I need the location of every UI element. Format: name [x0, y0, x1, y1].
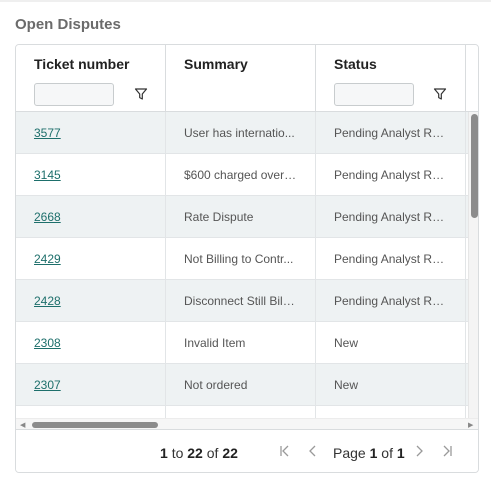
- horizontal-scrollbar-thumb[interactable]: [32, 422, 158, 428]
- filter-icon[interactable]: [433, 87, 447, 101]
- ticket-number-cell: 2668: [16, 196, 166, 238]
- table-row[interactable]: 2307 Not ordered New: [16, 364, 468, 406]
- status-cell: New: [316, 364, 466, 406]
- first-page-icon[interactable]: [278, 443, 292, 459]
- status-cell: Pending Analyst Re...: [316, 154, 466, 196]
- ticket-link[interactable]: 2308: [34, 336, 61, 350]
- current-page: 1: [369, 445, 378, 461]
- vertical-scrollbar[interactable]: [468, 112, 478, 418]
- table-row[interactable]: 3145 $600 charged over ... Pending Analy…: [16, 154, 468, 196]
- page-title: Open Disputes: [15, 16, 121, 33]
- scroll-right-arrow-icon[interactable]: ▶: [468, 421, 473, 429]
- table-row[interactable]: 3577 User has internatio... Pending Anal…: [16, 112, 468, 154]
- grid-header: Ticket number Summary Status: [16, 45, 478, 112]
- ticket-link[interactable]: 2307: [34, 378, 61, 392]
- status-cell: Pending Analyst Re...: [316, 238, 466, 280]
- ticket-link[interactable]: 2668: [34, 210, 61, 224]
- ticket-link[interactable]: 2429: [34, 252, 61, 266]
- ticket-number-cell: 2308: [16, 322, 166, 364]
- column-header-ticket-number[interactable]: Ticket number: [16, 45, 166, 111]
- page-indicator: Page 1 of 1: [333, 445, 405, 461]
- row-range-end: 22: [187, 445, 203, 461]
- horizontal-scrollbar[interactable]: ◀ ▶: [16, 418, 478, 429]
- ticket-number-cell: 3145: [16, 154, 166, 196]
- ticket-number-cell: 2429: [16, 238, 166, 280]
- pagination-bar: 1 to 22 of 22 Page 1 of 1: [16, 429, 478, 472]
- disputes-grid: Ticket number Summary Status 3577 User h…: [15, 44, 479, 473]
- column-header-status[interactable]: Status: [316, 45, 466, 111]
- summary-cell: [166, 406, 316, 418]
- row-range-start: 1: [160, 445, 168, 461]
- table-row[interactable]: 2428 Disconnect Still Billi... Pending A…: [16, 280, 468, 322]
- status-filter-input[interactable]: [334, 83, 414, 106]
- status-cell: Pending Analyst Re...: [316, 112, 466, 154]
- summary-cell: Disconnect Still Billi...: [166, 280, 316, 322]
- total-pages: 1: [396, 445, 405, 461]
- row-count-summary: 1 to 22 of 22: [160, 445, 238, 461]
- previous-page-icon[interactable]: [306, 443, 320, 459]
- column-header-label: Ticket number: [34, 56, 130, 72]
- row-range-to-word: to: [171, 445, 184, 461]
- table-row[interactable]: [16, 406, 468, 418]
- page-of-word: of: [381, 445, 393, 461]
- last-page-icon[interactable]: [440, 443, 454, 459]
- ticket-link[interactable]: 2428: [34, 294, 61, 308]
- status-cell: Pending Analyst Re...: [316, 280, 466, 322]
- ticket-number-cell: [16, 406, 166, 418]
- status-cell: [316, 406, 466, 418]
- page-word: Page: [333, 445, 366, 461]
- ticket-link[interactable]: 3145: [34, 168, 61, 182]
- ticket-number-cell: 3577: [16, 112, 166, 154]
- table-row[interactable]: 2308 Invalid Item New: [16, 322, 468, 364]
- ticket-number-cell: 2428: [16, 280, 166, 322]
- ticket-number-filter-input[interactable]: [34, 83, 114, 106]
- column-header-summary[interactable]: Summary: [166, 45, 316, 111]
- row-total: 22: [222, 445, 238, 461]
- status-cell: Pending Analyst Re...: [316, 196, 466, 238]
- column-header-label: Summary: [184, 56, 248, 72]
- summary-cell: $600 charged over ...: [166, 154, 316, 196]
- summary-cell: User has internatio...: [166, 112, 316, 154]
- summary-cell: Not ordered: [166, 364, 316, 406]
- scroll-left-arrow-icon[interactable]: ◀: [20, 421, 25, 429]
- next-page-icon[interactable]: [412, 443, 426, 459]
- top-divider: [0, 0, 491, 2]
- vertical-scrollbar-thumb[interactable]: [471, 114, 478, 218]
- grid-body: 3577 User has internatio... Pending Anal…: [16, 112, 468, 418]
- table-row[interactable]: 2429 Not Billing to Contr... Pending Ana…: [16, 238, 468, 280]
- column-header-label: Status: [334, 56, 377, 72]
- status-cell: New: [316, 322, 466, 364]
- filter-icon[interactable]: [134, 87, 148, 101]
- table-row[interactable]: 2668 Rate Dispute Pending Analyst Re...: [16, 196, 468, 238]
- summary-cell: Invalid Item: [166, 322, 316, 364]
- row-range-of-word: of: [206, 445, 219, 461]
- ticket-number-cell: 2307: [16, 364, 166, 406]
- summary-cell: Rate Dispute: [166, 196, 316, 238]
- ticket-link[interactable]: 3577: [34, 126, 61, 140]
- summary-cell: Not Billing to Contr...: [166, 238, 316, 280]
